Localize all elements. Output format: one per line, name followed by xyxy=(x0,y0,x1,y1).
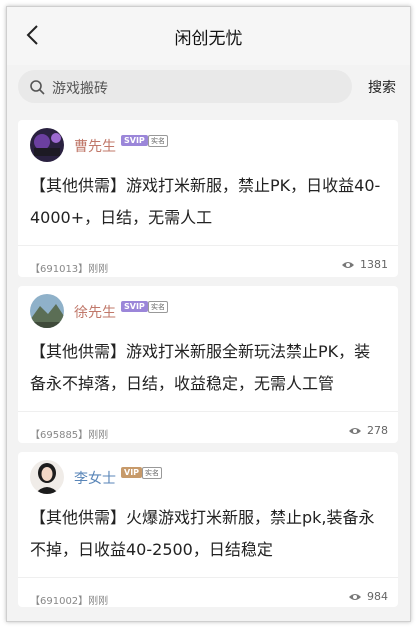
author-name[interactable]: 曹先生 xyxy=(74,136,116,156)
post-content[interactable]: 【其他供需】火爆游戏打米新服，禁止pk,装备永不掉，日收益40-2500，日结稳… xyxy=(30,502,386,566)
author-name[interactable]: 徐先生 xyxy=(74,302,116,322)
page-title: 闲创无忧 xyxy=(174,29,243,49)
verified-badge: 实名 xyxy=(148,301,168,313)
avatar[interactable] xyxy=(30,128,64,162)
author-name[interactable]: 李女士 xyxy=(74,468,116,488)
post-card[interactable]: 曹先生 SVIP 实名 【其他供需】游戏打米新服，禁止PK，日收益40-4000… xyxy=(18,120,398,277)
verified-badge: 实名 xyxy=(148,135,168,147)
svip-badge: SVIP xyxy=(121,301,148,312)
verified-badge: 实名 xyxy=(142,467,162,479)
post-meta: 【695885】刚刚 xyxy=(30,430,109,441)
post-card[interactable]: 徐先生 SVIP 实名 【其他供需】游戏打米新服全新玩法禁止PK，装备永不掉落，… xyxy=(18,286,398,443)
post-content[interactable]: 【其他供需】游戏打米新服，禁止PK，日收益40-4000+，日结，无需人工 xyxy=(30,170,386,234)
divider xyxy=(18,245,398,246)
post-card[interactable]: 李女士 VIP 实名 【其他供需】火爆游戏打米新服，禁止pk,装备永不掉，日收益… xyxy=(18,452,398,607)
search-input[interactable]: 游戏搬砖 xyxy=(18,70,352,103)
divider xyxy=(18,411,398,412)
post-content[interactable]: 【其他供需】游戏打米新服全新玩法禁止PK，装备永不掉落，日结，收益稳定，无需人工… xyxy=(30,336,386,400)
post-meta: 【691013】刚刚 xyxy=(30,264,109,275)
view-count: 1381 xyxy=(341,258,388,271)
view-count-value: 278 xyxy=(367,424,388,437)
vip-badge: VIP xyxy=(121,467,143,478)
view-count-value: 1381 xyxy=(360,258,388,271)
view-count: 984 xyxy=(348,590,388,603)
eye-icon xyxy=(342,261,354,268)
eye-icon xyxy=(349,593,361,600)
avatar[interactable] xyxy=(30,294,64,328)
view-count: 278 xyxy=(348,424,388,437)
svip-badge: SVIP xyxy=(121,135,148,146)
search-button[interactable]: 搜索 xyxy=(368,77,396,97)
divider xyxy=(18,577,398,578)
post-meta: 【691002】刚刚 xyxy=(30,596,109,607)
top-bar: 闲创无忧 xyxy=(7,7,410,65)
view-count-value: 984 xyxy=(367,590,388,603)
eye-icon xyxy=(349,427,361,434)
search-icon xyxy=(30,80,45,95)
avatar[interactable] xyxy=(30,460,64,494)
search-text: 游戏搬砖 xyxy=(52,81,108,97)
app-frame: 闲创无忧 游戏搬砖 搜索 曹先生 SVIP 实名 【其他供需】游戏打米新服，禁止… xyxy=(6,6,411,622)
